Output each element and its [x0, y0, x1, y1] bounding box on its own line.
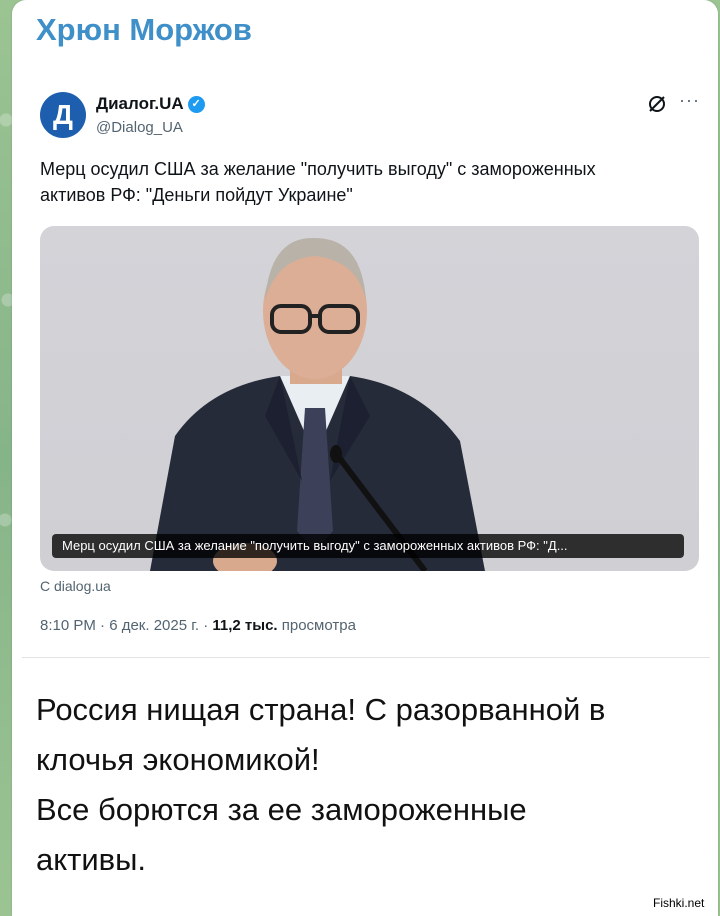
- tweet-divider: [22, 657, 710, 658]
- tweet-meta: 8:10 PM · 6 дек. 2025 г. · 11,2 тыс. про…: [40, 617, 356, 634]
- source-link[interactable]: С dialog.ua: [40, 578, 111, 594]
- tweet-views-label: просмотра: [277, 617, 356, 634]
- link-card-image[interactable]: [40, 226, 699, 571]
- speaker-photo: [150, 237, 485, 571]
- watermark: Fishki.net: [650, 896, 708, 910]
- tweet-text: Мерц осудил США за желание "получить выг…: [40, 156, 680, 208]
- tweet-views-count: 11,2 тыс.: [212, 617, 278, 634]
- message-text: Россия нищая страна! С разорванной в кло…: [36, 685, 686, 885]
- tweet-avatar[interactable]: Д: [40, 92, 86, 138]
- account-name-label: Диалог.UA: [96, 94, 184, 113]
- message-line: Все борются за ее замороженные: [36, 792, 527, 827]
- grok-icon[interactable]: [647, 94, 667, 114]
- more-icon[interactable]: ···: [679, 90, 700, 111]
- avatar-letter: Д: [53, 99, 73, 130]
- tweet-text-line: активов РФ: "Деньги пойдут Украине": [40, 185, 353, 205]
- verified-badge-icon: ✓: [187, 95, 205, 113]
- tweet-account-name[interactable]: Диалог.UA ✓: [96, 94, 205, 114]
- message-line: клочья экономикой!: [36, 742, 320, 777]
- tweet-timestamp[interactable]: 8:10 PM · 6 дек. 2025 г. ·: [40, 617, 212, 634]
- message-line: Россия нищая страна! С разорванной в: [36, 692, 606, 727]
- tweet-handle[interactable]: @Dialog_UA: [96, 119, 183, 136]
- message-line: активы.: [36, 842, 147, 877]
- tweet-text-line: Мерц осудил США за желание "получить выг…: [40, 159, 596, 179]
- sender-name[interactable]: Хрюн Моржов: [36, 12, 252, 48]
- card-caption[interactable]: Мерц осудил США за желание "получить выг…: [52, 534, 684, 558]
